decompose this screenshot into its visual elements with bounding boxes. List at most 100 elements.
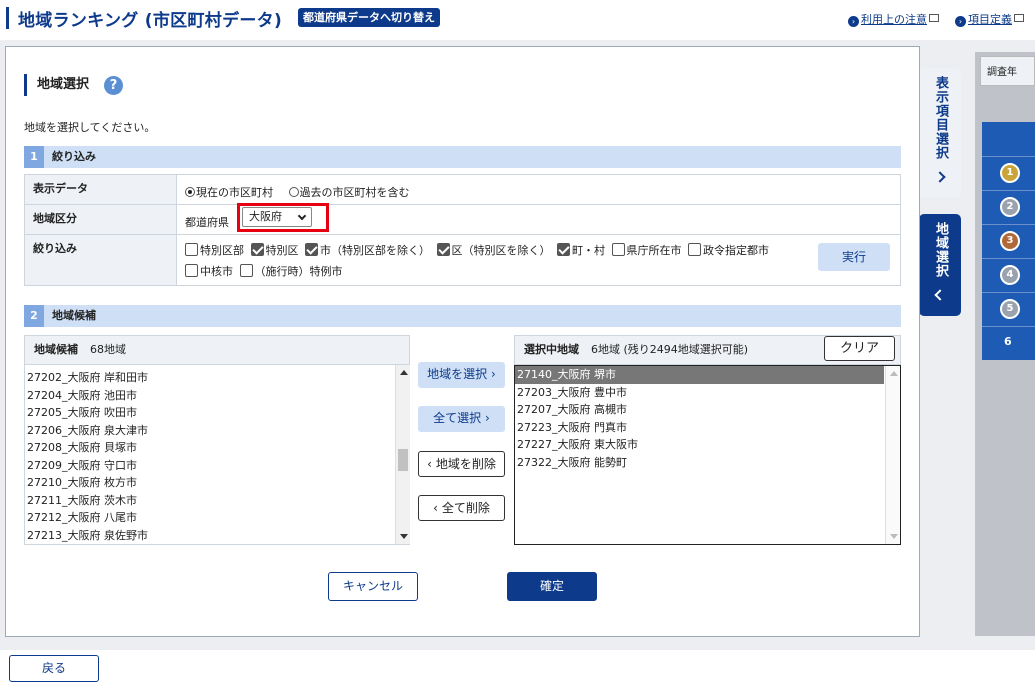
- list-item[interactable]: 27223_大阪府 門真市: [515, 419, 900, 437]
- selected-listbox[interactable]: 27140_大阪府 堺市 27203_大阪府 豊中市 27207_大阪府 高槻市…: [514, 365, 901, 545]
- rank-cell: 5: [982, 292, 1035, 326]
- checkbox-icon: [185, 264, 198, 277]
- list-item[interactable]: 27208_大阪府 貝塚市: [25, 439, 410, 457]
- radio-icon: [288, 187, 299, 197]
- chevron-right-icon: ›: [491, 367, 496, 381]
- filter-row-area: 地域区分 都道府県: [25, 205, 900, 235]
- external-window-icon: [929, 14, 939, 22]
- list-item[interactable]: 27205_大阪府 吹田市: [25, 404, 410, 422]
- cancel-button[interactable]: キャンセル: [328, 572, 418, 601]
- rank-cell: 3: [982, 224, 1035, 258]
- external-window-icon: [1014, 14, 1024, 22]
- instruction-text: 地域を選択してください。: [24, 121, 156, 134]
- filter-row-narrow: 絞り込み 特別区部 特別区 市（特別区部を除く） 区（特別区を除く） 町・村 県…: [25, 235, 900, 285]
- tab-region-select[interactable]: 地域選択: [919, 214, 961, 316]
- candidates-section-header: 2 地域候補: [24, 305, 901, 327]
- prefecture-label: 都道府県: [185, 216, 229, 229]
- checkbox-icon: [185, 243, 198, 256]
- rank-cell: 1: [982, 156, 1035, 190]
- checkbox-checked-icon: [250, 243, 264, 256]
- item-definitions-link[interactable]: › 項目定義: [955, 11, 1024, 27]
- help-icon[interactable]: ?: [104, 76, 123, 95]
- scroll-thumb[interactable]: [398, 449, 408, 471]
- rank-cell: 6: [982, 326, 1035, 360]
- checkbox-designated-city[interactable]: 政令指定都市: [688, 243, 769, 257]
- rank-medal-icon: 3: [1000, 231, 1020, 251]
- filter-section-header: 1 絞り込み: [24, 146, 901, 168]
- selected-count: 6地域: [591, 343, 620, 356]
- checkbox-checked-icon: [436, 243, 450, 256]
- filter-row-display: 表示データ 現在の市区町村 過去の市区町村を含む: [25, 175, 900, 205]
- list-item[interactable]: 27210_大阪府 枚方市: [25, 474, 410, 492]
- rank-cell: 4: [982, 258, 1035, 292]
- remove-region-button[interactable]: ‹ 地域を削除: [418, 451, 505, 477]
- checkbox-city[interactable]: 市（特別区部を除く）: [305, 243, 430, 257]
- list-item[interactable]: 27209_大阪府 守口市: [25, 457, 410, 475]
- checkbox-icon: [611, 243, 625, 256]
- list-item[interactable]: 27227_大阪府 東大阪市: [515, 436, 900, 454]
- rank-medal-icon: 2: [1000, 197, 1020, 217]
- title-bar-accent: [6, 7, 9, 29]
- display-data-options: 現在の市区町村 過去の市区町村を含む: [185, 184, 410, 200]
- checkbox-special-ward[interactable]: 特別区: [250, 243, 299, 257]
- checkbox-ward[interactable]: 区（特別区を除く）: [436, 243, 551, 257]
- checkbox-special-case-city[interactable]: （施行時）特例市: [239, 264, 343, 278]
- radio-selected-icon: [185, 187, 195, 197]
- checkbox-prefectural-capital[interactable]: 県庁所在市: [611, 243, 682, 257]
- scroll-down-icon[interactable]: [400, 534, 408, 539]
- selected-scrollbar[interactable]: [885, 366, 900, 544]
- section-title: 地域選択: [24, 74, 89, 96]
- usage-notes-link[interactable]: › 利用上の注意: [848, 11, 939, 27]
- tab-display-items[interactable]: 表示項目選択: [919, 68, 961, 198]
- arrow-circle-icon: ›: [848, 16, 859, 27]
- arrow-circle-icon: ›: [955, 16, 966, 27]
- checkbox-checked-icon: [305, 243, 318, 256]
- candidates-listbox[interactable]: 27202_大阪府 岸和田市 27204_大阪府 池田市 27205_大阪府 吹…: [24, 365, 410, 545]
- scroll-down-icon[interactable]: [890, 534, 898, 539]
- select-region-button[interactable]: 地域を選択 ›: [418, 362, 505, 388]
- chevron-right-icon: [934, 171, 946, 183]
- checkbox-line-1: 特別区部 特別区 市（特別区部を除く） 区（特別区を除く） 町・村 県庁所在市 …: [185, 242, 769, 258]
- chevron-left-icon: ‹: [433, 501, 438, 515]
- rank-number: 6: [1004, 335, 1012, 348]
- ranking-header-cell: [982, 122, 1035, 156]
- chevron-left-icon: ‹: [427, 457, 432, 471]
- checkbox-icon: [688, 243, 701, 256]
- list-item[interactable]: 27140_大阪府 堺市: [515, 366, 884, 384]
- list-item[interactable]: 27211_大阪府 茨木市: [25, 492, 410, 510]
- list-item[interactable]: 27204_大阪府 池田市: [25, 387, 410, 405]
- list-item[interactable]: 27203_大阪府 豊中市: [515, 384, 900, 402]
- switch-to-prefecture-button[interactable]: 都道府県データへ切り替え: [298, 8, 440, 27]
- scroll-up-icon[interactable]: [890, 371, 898, 376]
- list-item[interactable]: 27206_大阪府 泉大津市: [25, 422, 410, 440]
- remaining-count: (残り2494地域選択可能): [623, 343, 749, 356]
- list-item[interactable]: 27207_大阪府 高槻市: [515, 401, 900, 419]
- list-item[interactable]: 27213_大阪府 泉佐野市: [25, 527, 410, 545]
- highlight-box: [237, 203, 329, 232]
- radio-past[interactable]: 過去の市区町村を含む: [288, 186, 410, 199]
- candidates-scrollbar[interactable]: [395, 365, 410, 544]
- rank-medal-icon: 5: [1000, 299, 1020, 319]
- filter-table: 表示データ 現在の市区町村 過去の市区町村を含む 地域区分 都道府県 絞り込み …: [24, 174, 901, 286]
- confirm-button[interactable]: 確定: [507, 572, 597, 601]
- select-all-button[interactable]: 全て選択 ›: [418, 406, 505, 432]
- execute-button[interactable]: 実行: [818, 243, 890, 271]
- list-item[interactable]: 27212_大阪府 八尾市: [25, 509, 410, 527]
- scroll-up-icon[interactable]: [400, 370, 408, 375]
- list-item[interactable]: 27322_大阪府 能勢町: [515, 454, 900, 472]
- checkbox-town-village[interactable]: 町・村: [557, 243, 605, 257]
- checkbox-checked-icon: [557, 243, 570, 256]
- rank-medal-icon: 4: [1000, 265, 1020, 285]
- back-button[interactable]: 戻る: [9, 655, 99, 682]
- list-item[interactable]: 27202_大阪府 岸和田市: [25, 369, 410, 387]
- page-title: 地域ランキング (市区町村データ): [18, 11, 283, 31]
- remove-all-button[interactable]: ‹ 全て削除: [418, 495, 505, 521]
- clear-button[interactable]: クリア: [824, 336, 895, 361]
- rank-cell: 2: [982, 190, 1035, 224]
- checkbox-special-ward-area[interactable]: 特別区部: [185, 243, 244, 257]
- survey-year-header: 調査年: [980, 56, 1035, 86]
- rank-medal-icon: 1: [1000, 163, 1020, 183]
- radio-current[interactable]: 現在の市区町村: [185, 186, 273, 199]
- chevron-right-icon: ›: [485, 411, 490, 425]
- checkbox-core-city[interactable]: 中核市: [185, 264, 233, 278]
